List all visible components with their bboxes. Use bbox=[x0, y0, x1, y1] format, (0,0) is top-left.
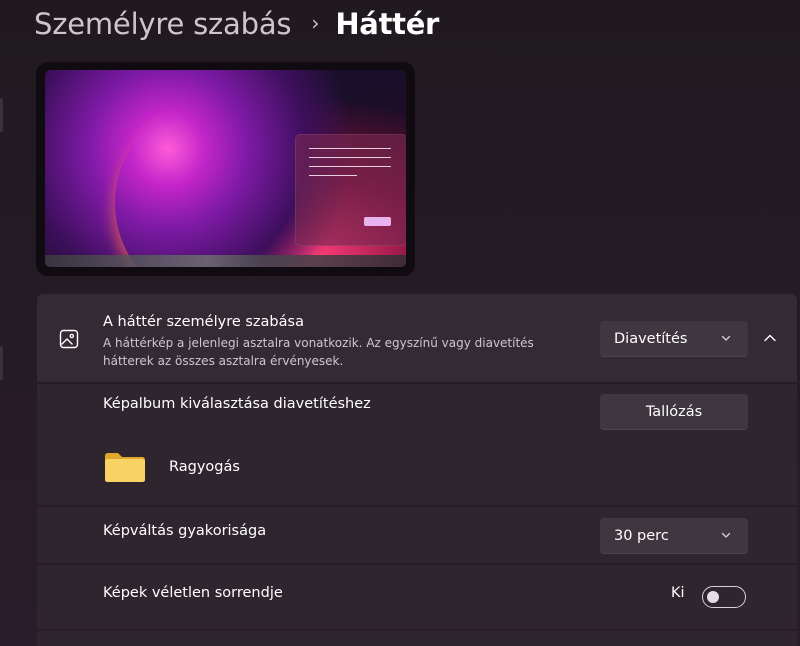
interval-value: 30 perc bbox=[614, 527, 669, 544]
next-setting-row bbox=[37, 631, 797, 646]
personalize-background-description: A háttérkép a jelenlegi asztalra vonatko… bbox=[103, 336, 534, 368]
change-frequency-label: Képváltás gyakorisága bbox=[103, 523, 267, 539]
choose-album-row: Képalbum kiválasztása diavetítéshez Tall… bbox=[37, 384, 797, 505]
chevron-up-icon[interactable] bbox=[761, 329, 779, 347]
image-icon bbox=[59, 329, 79, 349]
change-frequency-row: Képváltás gyakorisága 30 perc bbox=[37, 507, 797, 563]
browse-button[interactable]: Tallózás bbox=[600, 394, 748, 430]
breadcrumb: Személyre szabás › Háttér bbox=[34, 2, 439, 46]
settings-page: Személyre szabás › Háttér A háttér szemé… bbox=[0, 0, 800, 646]
nav-pane-edge bbox=[0, 346, 3, 380]
selected-album-name: Ragyogás bbox=[169, 459, 240, 475]
shuffle-label: Képek véletlen sorrendje bbox=[103, 585, 283, 601]
personalize-background-title: A háttér személyre szabása bbox=[103, 314, 304, 330]
preview-text-line bbox=[309, 166, 391, 167]
preview-text-line bbox=[309, 175, 357, 176]
interval-dropdown[interactable]: 30 perc bbox=[600, 518, 748, 554]
page-title: Háttér bbox=[335, 7, 440, 41]
shuffle-row: Képek véletlen sorrendje Ki bbox=[37, 565, 797, 629]
personalize-background-row[interactable]: A háttér személyre szabása A háttérkép a… bbox=[37, 294, 797, 382]
preview-text-line bbox=[309, 157, 391, 158]
preview-text-line bbox=[309, 148, 391, 149]
background-settings-group: A háttér személyre szabása A háttérkép a… bbox=[37, 294, 797, 646]
preview-wallpaper bbox=[45, 70, 406, 267]
breadcrumb-parent-link[interactable]: Személyre szabás bbox=[34, 7, 292, 41]
preview-taskbar bbox=[45, 255, 406, 267]
background-type-value: Diavetítés bbox=[614, 330, 688, 347]
preview-accent-button bbox=[364, 217, 391, 226]
wallpaper-glow bbox=[115, 98, 325, 267]
shuffle-toggle[interactable] bbox=[702, 586, 746, 608]
nav-pane-edge bbox=[0, 98, 3, 132]
chevron-down-icon bbox=[721, 532, 731, 538]
shuffle-state-text: Ki bbox=[671, 585, 685, 601]
background-type-dropdown[interactable]: Diavetítés bbox=[600, 321, 748, 357]
preview-sample-window bbox=[295, 134, 406, 246]
toggle-knob bbox=[707, 591, 719, 603]
folder-icon bbox=[105, 453, 145, 482]
choose-album-label: Képalbum kiválasztása diavetítéshez bbox=[103, 396, 371, 412]
desktop-preview bbox=[36, 62, 415, 276]
breadcrumb-separator: › bbox=[311, 11, 320, 35]
chevron-down-icon bbox=[721, 335, 731, 341]
